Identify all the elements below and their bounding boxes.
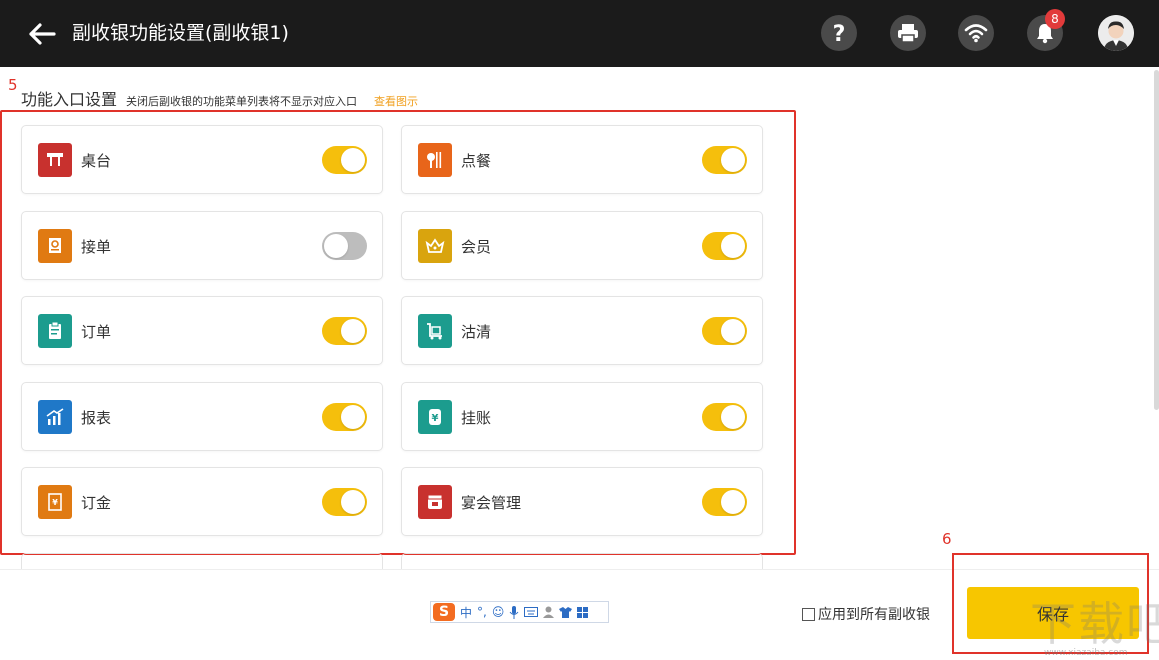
microphone-icon[interactable]: [509, 605, 519, 619]
view-diagram-link[interactable]: 查看图示: [374, 93, 418, 109]
help-icon: ?: [833, 22, 846, 45]
annotation-box-save: [952, 553, 1149, 654]
back-button[interactable]: [26, 18, 58, 50]
apply-all-label: 应用到所有副收银: [818, 607, 930, 623]
printer-icon: [898, 24, 918, 43]
annotation-box-functions: [0, 110, 796, 555]
watermark-url: www.xiazaiba.com: [1044, 648, 1128, 658]
avatar-icon: [1098, 15, 1134, 51]
svg-text:?: ?: [833, 22, 846, 45]
page-title: 副收银功能设置(副收银1): [72, 22, 289, 44]
ime-language[interactable]: 中: [460, 604, 472, 621]
section-header: 功能入口设置 关闭后副收银的功能菜单列表将不显示对应入口 查看图示: [21, 86, 418, 110]
apply-all-checkbox[interactable]: 应用到所有副收银: [802, 604, 930, 624]
avatar[interactable]: [1098, 15, 1134, 51]
help-button[interactable]: ?: [821, 15, 857, 51]
grid-menu-icon[interactable]: [577, 606, 589, 618]
sogou-logo-icon: S: [433, 603, 455, 621]
annotation-number-5: 5: [8, 76, 18, 94]
print-button[interactable]: [890, 15, 926, 51]
skin-icon[interactable]: [559, 606, 573, 618]
top-bar: 副收银功能设置(副收银1) ? 8: [0, 0, 1159, 67]
scrollbar[interactable]: [1154, 70, 1159, 410]
ime-toolbar[interactable]: S 中 °, ☺: [430, 601, 609, 623]
wifi-button[interactable]: [958, 15, 994, 51]
user-icon[interactable]: [543, 606, 555, 618]
ime-punctuation[interactable]: °,: [477, 605, 487, 619]
annotation-number-6: 6: [942, 530, 952, 548]
emoji-icon[interactable]: ☺: [492, 605, 505, 619]
keyboard-icon[interactable]: [524, 607, 539, 617]
checkbox-icon: [802, 607, 815, 621]
wifi-icon: [964, 24, 988, 43]
section-title: 功能入口设置: [21, 90, 118, 109]
section-description: 关闭后副收银的功能菜单列表将不显示对应入口: [126, 95, 358, 108]
notification-badge: 8: [1045, 9, 1065, 29]
back-arrow-icon: [29, 23, 56, 45]
